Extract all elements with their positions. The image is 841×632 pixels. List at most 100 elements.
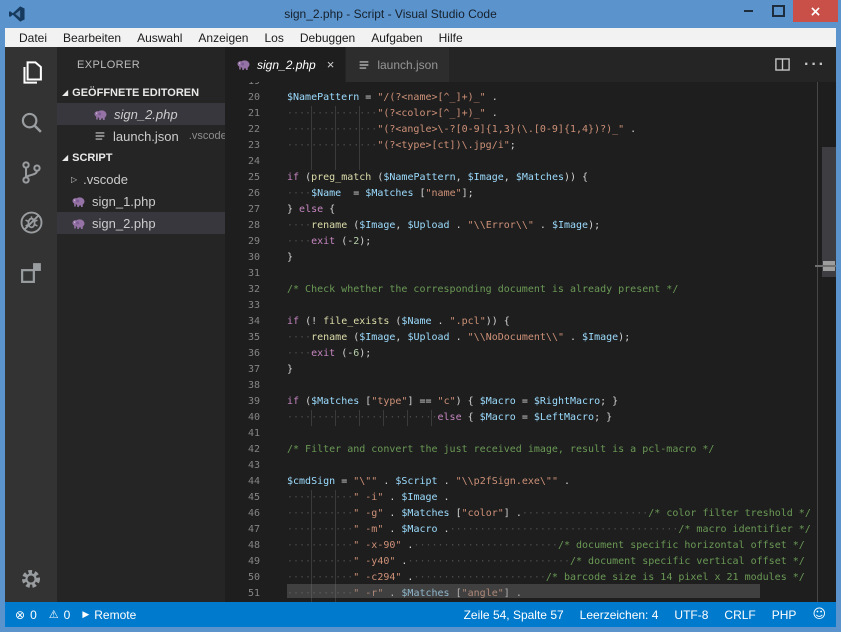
main-area: EXPLORER ◢GEÖFFNETE EDITORENsign_2.phpla…	[5, 47, 836, 602]
code-line: 23···············"(?<type>[ct])\.jpg/i";	[225, 138, 836, 154]
close-button[interactable]: ×	[793, 0, 838, 22]
more-button[interactable]: ···	[804, 56, 826, 74]
maximize-button[interactable]	[763, 0, 793, 22]
indent-guide	[359, 106, 360, 170]
menu-item-los[interactable]: Los	[256, 31, 291, 45]
php-icon	[93, 107, 108, 122]
menu-item-aufgaben[interactable]: Aufgaben	[363, 31, 430, 45]
activity-settings[interactable]	[5, 568, 57, 590]
status-0[interactable]: ⊗0	[15, 608, 37, 622]
code-line: 40·························else { $Macro…	[225, 410, 836, 426]
section-header-ge-ffnete-editoren[interactable]: ◢GEÖFFNETE EDITOREN	[57, 82, 225, 103]
activity-source-control[interactable]	[5, 147, 57, 197]
status-smiley[interactable]: ☺	[812, 607, 826, 622]
line-number: 48	[225, 538, 260, 554]
horizontal-scrollbar[interactable]	[287, 584, 760, 598]
code-line: 37}	[225, 362, 836, 378]
close-icon: ×	[810, 3, 822, 20]
window-title: sign_2.php - Script - Visual Studio Code	[60, 0, 721, 28]
activity-search[interactable]	[5, 97, 57, 147]
menu-item-datei[interactable]: Datei	[11, 31, 55, 45]
activity-debug[interactable]	[5, 197, 57, 247]
status-0[interactable]: ⚠0	[49, 608, 71, 622]
vscode-window: sign_2.php - Script - Visual Studio Code…	[0, 0, 841, 632]
file-item-sign-2-php[interactable]: sign_2.php	[57, 212, 225, 234]
menu-item-debuggen[interactable]: Debuggen	[292, 31, 363, 45]
close-icon[interactable]: ×	[327, 58, 335, 71]
status-crlf[interactable]: CRLF	[724, 608, 755, 622]
line-number: 46	[225, 506, 260, 522]
line-number: 37	[225, 362, 260, 378]
line-content: ·························else { $Macro =…	[260, 412, 612, 423]
line-number: 28	[225, 218, 260, 234]
status-label: Zeile 54, Spalte 57	[464, 608, 564, 622]
indent-guide	[335, 410, 336, 426]
sidebar-explorer: EXPLORER ◢GEÖFFNETE EDITORENsign_2.phpla…	[57, 47, 225, 602]
file-item-sign-2-php[interactable]: sign_2.php	[57, 103, 225, 125]
indent-guide	[431, 410, 432, 426]
status-leerzeichen-4[interactable]: Leerzeichen: 4	[580, 608, 659, 622]
code-line: 48···········" -x-90" .·················…	[225, 538, 836, 554]
activity-files[interactable]	[5, 47, 57, 97]
code-line: 45···········" -i" . $Image .	[225, 490, 836, 506]
split-editor-button[interactable]	[774, 56, 791, 73]
error-icon: ⊗	[15, 608, 25, 622]
indent-guide	[407, 410, 408, 426]
vscode-logo	[8, 5, 26, 23]
code-line: 21···············"(?<color>[^_]+)_" .	[225, 106, 836, 122]
line-number: 34	[225, 314, 260, 330]
code-line: 22···············"(?<angle>\-?[0-9]{1,3}…	[225, 122, 836, 138]
title-bar: sign_2.php - Script - Visual Studio Code…	[0, 0, 841, 28]
menu-item-bearbeiten[interactable]: Bearbeiten	[55, 31, 129, 45]
folder-item-vscode[interactable]: ▷.vscode	[57, 168, 225, 190]
status-zeile-54-spalte-57[interactable]: Zeile 54, Spalte 57	[464, 608, 564, 622]
menu-bar: DateiBearbeitenAuswahlAnzeigenLosDebugge…	[5, 28, 836, 47]
line-number: 38	[225, 378, 260, 394]
menu-item-anzeigen[interactable]: Anzeigen	[190, 31, 256, 45]
status-utf-8[interactable]: UTF-8	[674, 608, 708, 622]
status-label: Remote	[94, 608, 136, 622]
status-php[interactable]: PHP	[772, 608, 797, 622]
status-remote[interactable]: ▶Remote	[82, 608, 136, 622]
file-item-sign-1-php[interactable]: sign_1.php	[57, 190, 225, 212]
line-content: ····exit (-2);	[260, 236, 371, 247]
file-item-launch-json[interactable]: launch.json.vscode	[57, 125, 225, 147]
menu-item-auswahl[interactable]: Auswahl	[129, 31, 190, 45]
vertical-scrollbar[interactable]	[822, 147, 836, 277]
item-label: sign_1.php	[92, 194, 156, 209]
minimize-button[interactable]	[733, 0, 763, 22]
json-icon	[357, 58, 371, 72]
line-number: 51	[225, 586, 260, 602]
status-bar: ⊗0 ⚠0 ▶Remote Zeile 54, Spalte 57 Leerzeich…	[5, 602, 836, 627]
code-line: 19	[225, 82, 836, 90]
line-content: } else {	[260, 204, 335, 215]
code-line: 47···········" -m" . $Macro .···········…	[225, 522, 836, 538]
code-line: 33	[225, 298, 836, 314]
line-content: if (! file_exists ($Name . ".pcl")) {	[260, 316, 510, 327]
code-line: 28····rename ($Image, $Upload . "\\Error…	[225, 218, 836, 234]
line-number: 42	[225, 442, 260, 458]
line-number: 30	[225, 250, 260, 266]
code-editor[interactable]: 1920$NamePattern = "/(?<name>[^_]+)_" .2…	[225, 82, 836, 602]
line-number: 47	[225, 522, 260, 538]
tab-label: sign_2.php	[257, 58, 316, 72]
line-content: ····rename ($Image, $Upload . "\\NoDocum…	[260, 332, 630, 343]
tab-sign-2-php[interactable]: sign_2.php ×	[225, 47, 345, 82]
activity-extensions[interactable]	[5, 247, 57, 297]
indent-guide	[335, 106, 336, 170]
code-line: 24	[225, 154, 836, 170]
line-number: 20	[225, 90, 260, 106]
line-number: 27	[225, 202, 260, 218]
code-line: 26····$Name = $Matches ["name"];	[225, 186, 836, 202]
code-line: 31	[225, 266, 836, 282]
scrollbar-marker[interactable]	[823, 261, 835, 271]
section-header-script[interactable]: ◢SCRIPT	[57, 147, 225, 168]
line-content: if ($Matches ["type"] == "c") { $Macro =…	[260, 396, 618, 407]
status-label: UTF-8	[674, 608, 708, 622]
code-line: 43	[225, 458, 836, 474]
menu-item-hilfe[interactable]: Hilfe	[431, 31, 471, 45]
section-label: SCRIPT	[72, 152, 112, 164]
tab-launch-json[interactable]: launch.json	[346, 47, 449, 82]
code-line: 39if ($Matches ["type"] == "c") { $Macro…	[225, 394, 836, 410]
indent-guide	[383, 410, 384, 426]
